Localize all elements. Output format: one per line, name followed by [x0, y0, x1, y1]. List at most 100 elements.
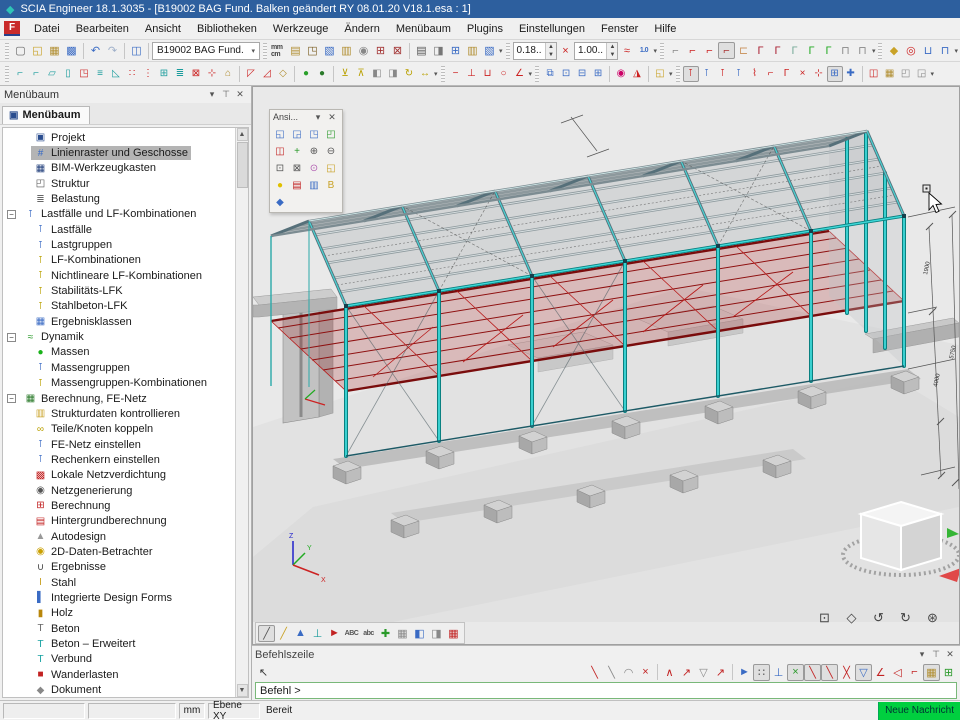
open-library-icon[interactable]: ◱ [652, 66, 668, 82]
print-icon[interactable]: ▤ [413, 42, 430, 59]
tree-collapse-icon[interactable]: − [7, 210, 16, 219]
cross-section-icon-10[interactable]: Γ [820, 42, 837, 59]
menu-werkzeuge[interactable]: Werkzeuge [265, 21, 336, 37]
menu-fenster[interactable]: Fenster [593, 21, 646, 37]
tree-item-stahl[interactable]: IStahl [3, 575, 235, 590]
spin-up-icon[interactable]: ▲ [607, 43, 617, 51]
tree-item-netzgenerierung[interactable]: ◉Netzgenerierung [3, 483, 235, 498]
view-axo-icon[interactable]: ◰ [323, 126, 339, 142]
point-load-icon[interactable]: ⊺ [683, 66, 699, 82]
result-display-icon[interactable]: ◫ [866, 66, 882, 82]
haunch-icon[interactable]: ◺ [108, 66, 124, 82]
results-setup-icon[interactable]: ⊠ [389, 42, 406, 59]
chevron-down-icon[interactable]: ▾ [931, 70, 935, 78]
ratio-spinner[interactable]: 1.00..▲▼ [574, 42, 618, 60]
move-load-icon[interactable]: ⊹ [811, 66, 827, 82]
snap-table-icon[interactable]: ⊞ [940, 664, 957, 681]
menu-bearbeiten[interactable]: Bearbeiten [68, 21, 137, 37]
view-top-icon[interactable]: ◱ [272, 126, 288, 142]
cross-section-icon-8[interactable]: Γ [786, 42, 803, 59]
layer-b-icon[interactable]: B [323, 177, 339, 193]
tree-item-massengruppen-kombinationen[interactable]: ⊺Massengruppen-Kombinationen [3, 376, 235, 391]
chevron-down-icon[interactable]: ▾ [954, 47, 958, 55]
snap-endpoint-icon[interactable]: ∧ [661, 664, 678, 681]
snap-midpoint-icon[interactable]: ↗ [678, 664, 695, 681]
menu-menbaum[interactable]: Menübaum [388, 21, 459, 37]
tree-item-linienraster[interactable]: #Linienraster und Geschosse [3, 145, 235, 160]
show-grid-icon[interactable]: ▦ [445, 625, 462, 642]
status-workplane[interactable]: Ebene XY [208, 703, 260, 719]
view-eye-icon[interactable]: ◉ [613, 66, 629, 82]
catalog-block-icon[interactable]: ⊠ [188, 66, 204, 82]
tree-collapse-icon[interactable]: − [7, 333, 16, 342]
line-load-icon[interactable]: ⊺ [699, 66, 715, 82]
rotate-icon[interactable]: ↻ [401, 66, 417, 82]
copy-content-icon[interactable]: ⧉ [542, 66, 558, 82]
toolbar-grip[interactable] [660, 43, 664, 59]
command-menu-icon[interactable]: ▾ [915, 649, 929, 660]
rect-tool-icon[interactable]: ⊔ [480, 66, 496, 82]
model-viewport[interactable]: 1900 4000 5750 Z Y X [252, 86, 960, 645]
tree-scrollbar[interactable]: ▲ ▼ [235, 128, 248, 697]
project-select[interactable]: B19002 BAG Fund.▾ [152, 42, 260, 60]
clipping-box-icon[interactable]: ◫ [272, 143, 288, 159]
free-load-icon[interactable]: Γ [779, 66, 795, 82]
snap-tangent-icon[interactable]: ↗ [712, 664, 729, 681]
tree-item-stahlbeton-lfk[interactable]: ⊺Stahlbeton-LFK [3, 299, 235, 314]
show-labels-icon[interactable]: ► [326, 625, 343, 642]
cross-section-icon-4[interactable]: ⌐ [718, 42, 735, 59]
tree-item-lastfaelle[interactable]: ⊺Lastfälle [3, 222, 235, 237]
show-model-icon[interactable]: ▦ [394, 625, 411, 642]
save-project-icon[interactable]: ▦ [46, 42, 63, 59]
scroll-up-icon[interactable]: ▲ [237, 128, 248, 141]
menu-ansicht[interactable]: Ansicht [137, 21, 189, 37]
snap-line-icon[interactable]: ╲ [586, 664, 603, 681]
tree-item-lf-kombinationen[interactable]: ⊺LF-Kombinationen [3, 253, 235, 268]
tree-item-hintergrundberechnung[interactable]: ▤Hintergrundberechnung [3, 514, 235, 529]
palette-menu-icon[interactable]: ▾ [311, 112, 325, 123]
palette-close-icon[interactable]: ✕ [325, 112, 339, 123]
tree-item-projekt[interactable]: ▣Projekt [3, 130, 235, 145]
toolbar-grip[interactable] [441, 66, 445, 82]
opening-icon[interactable]: ◳ [76, 66, 92, 82]
snap-mid2-icon[interactable]: ▽ [855, 664, 872, 681]
chevron-down-icon[interactable]: ▾ [653, 47, 657, 55]
print-area-icon[interactable]: ◱ [323, 160, 339, 176]
multicopy-icon[interactable]: ⊼ [353, 66, 369, 82]
snap-delete-icon[interactable]: × [637, 664, 654, 681]
snap-poly-icon[interactable]: ◁ [889, 664, 906, 681]
tree-item-autodesign[interactable]: ▲Autodesign [3, 529, 235, 544]
spin-down-icon[interactable]: ▼ [546, 51, 556, 59]
zoom-in-icon[interactable]: ⊕ [306, 143, 322, 159]
tree-item-nichtlineare-lf-kombinationen[interactable]: ⊺Nichtlineare LF-Kombinationen [3, 268, 235, 283]
cross-section-icon-6[interactable]: Γ [752, 42, 769, 59]
snap-edge-icon[interactable]: ╲ [821, 664, 838, 681]
cross-section-icon-12[interactable]: ⊓ [854, 42, 871, 59]
picture-gallery-icon[interactable]: ▧ [481, 42, 498, 59]
redo-icon[interactable]: ↷ [104, 42, 121, 59]
app-icon[interactable]: F [4, 21, 20, 36]
menu-plugins[interactable]: Plugins [459, 21, 511, 37]
tree-item-beton[interactable]: TBeton [3, 621, 235, 636]
tree-item-struktur[interactable]: ◰Struktur [3, 176, 235, 191]
show-supports-icon[interactable]: ⊥ [309, 625, 326, 642]
toolbar-grip[interactable] [5, 66, 9, 82]
snap-dim-icon[interactable]: ▦ [923, 664, 940, 681]
zoom-out-icon[interactable]: ⊖ [323, 143, 339, 159]
angle-icon[interactable]: ∠ [512, 66, 528, 82]
tree-item-dokument[interactable]: ◆Dokument [3, 682, 235, 697]
snap-node-icon[interactable]: ╲ [804, 664, 821, 681]
cross-section-icon-9[interactable]: Γ [803, 42, 820, 59]
tree-item-berechnung-fe-netz[interactable]: −▦Berechnung, FE-Netz [3, 391, 235, 406]
toolbar-grip[interactable] [878, 43, 882, 59]
undo-icon[interactable]: ↶ [87, 42, 104, 59]
render-wire-icon[interactable]: ╱ [258, 625, 275, 642]
named-selection-icon[interactable]: ▧ [321, 42, 338, 59]
view-3d-icon[interactable]: ◆ [272, 194, 288, 210]
tree-item-lastgruppen[interactable]: ⊺Lastgruppen [3, 237, 235, 252]
snap-angle-icon[interactable]: ∠ [872, 664, 889, 681]
free-bar-icon[interactable]: ⊹ [204, 66, 220, 82]
grid-line-icon[interactable]: ⊞ [156, 66, 172, 82]
snap-ortho-icon[interactable]: ⊥ [770, 664, 787, 681]
angle-tool-icon[interactable]: ≈ [618, 42, 635, 59]
